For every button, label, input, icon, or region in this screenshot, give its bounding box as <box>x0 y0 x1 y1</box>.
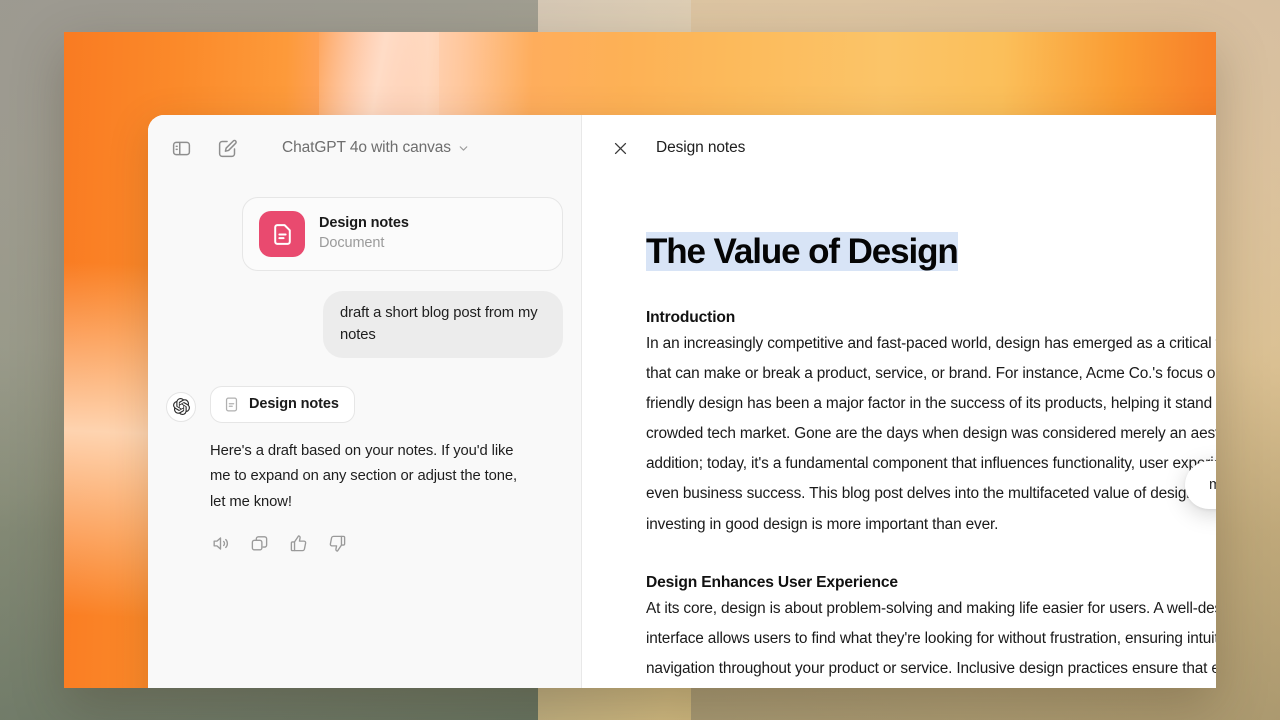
speaker-icon[interactable] <box>210 533 231 554</box>
model-selector[interactable]: ChatGPT 4o with canvas <box>276 135 476 161</box>
chat-pane: ChatGPT 4o with canvas Design notes Docu… <box>148 115 582 688</box>
close-x-icon[interactable] <box>608 136 632 160</box>
document-card-text: Design notes Document <box>319 214 409 253</box>
document-attachment-card[interactable]: Design notes Document <box>242 197 563 271</box>
document-lines-icon <box>223 396 240 413</box>
document-card-subtitle: Document <box>319 235 385 251</box>
user-message-bubble: draft a short blog post from my notes <box>323 291 563 358</box>
thumbs-up-icon[interactable] <box>288 533 309 554</box>
canvas-topbar: Design notes <box>582 115 1216 181</box>
paragraph-line: navigation throughout your product or se… <box>646 660 1216 678</box>
section-heading: Introduction <box>646 308 736 326</box>
section-paragraph: At its core, design is about problem-sol… <box>646 594 1216 685</box>
browser-window: ChatGPT 4o with canvas Design notes Docu… <box>64 32 1216 688</box>
openai-logo-icon <box>166 391 196 422</box>
assistant-message-row: Design notes Here's a draft based on you… <box>166 385 563 554</box>
paragraph-line: In an increasingly competitive and fast-… <box>646 334 1216 352</box>
document-card-title: Design notes <box>319 215 409 232</box>
paragraph-line: crowded tech market. Gone are the days w… <box>646 425 1216 443</box>
paragraph-line: friendly design has been a major factor … <box>646 394 1216 412</box>
paragraph-line: even business success. This blog post de… <box>646 485 1216 503</box>
canvas-document-body[interactable]: The Value of Design Introduction In an i… <box>582 181 1216 688</box>
section-paragraph: In an increasingly competitive and fast-… <box>646 329 1216 540</box>
assistant-content-column: Design notes Here's a draft based on you… <box>210 385 563 554</box>
canvas-title: Design notes <box>656 139 746 156</box>
chatgpt-app-panel: ChatGPT 4o with canvas Design notes Docu… <box>148 115 1216 688</box>
chat-topbar: ChatGPT 4o with canvas <box>148 115 581 181</box>
document-icon <box>259 211 305 257</box>
inline-prompt-input[interactable] <box>1209 477 1216 493</box>
canvas-pane: Design notes The Value of Design Introdu… <box>582 115 1216 688</box>
paragraph-line: At its core, design is about problem-sol… <box>646 599 1216 617</box>
user-message-row: draft a short blog post from my notes <box>166 291 563 358</box>
thumbs-down-icon[interactable] <box>327 533 348 554</box>
paragraph-line: investing in good design is more importa… <box>646 515 999 533</box>
section-heading: Design Enhances User Experience <box>646 573 898 591</box>
paragraph-line: addition; today, it's a fundamental comp… <box>646 455 1216 473</box>
canvas-pill-label: Design notes <box>249 396 339 413</box>
paragraph-line: that can make or break a product, servic… <box>646 364 1216 382</box>
document-heading-selected[interactable]: The Value of Design <box>646 232 959 271</box>
copy-icon[interactable] <box>249 533 270 554</box>
document-heading-wrap: The Value of Design <box>646 229 1216 275</box>
canvas-document-pill[interactable]: Design notes <box>210 385 355 423</box>
sidebar-toggle-icon[interactable] <box>166 133 196 163</box>
chevron-down-icon <box>457 142 470 155</box>
new-chat-pencil-icon[interactable] <box>212 133 242 163</box>
model-name-label: ChatGPT 4o with canvas <box>282 139 451 156</box>
assistant-message-text: Here's a draft based on your notes. If y… <box>210 442 518 510</box>
assistant-action-bar <box>210 533 563 554</box>
chat-message-list[interactable]: Design notes Document draft a short blog… <box>148 181 581 688</box>
paragraph-line: interface allows users to find what they… <box>646 630 1216 647</box>
